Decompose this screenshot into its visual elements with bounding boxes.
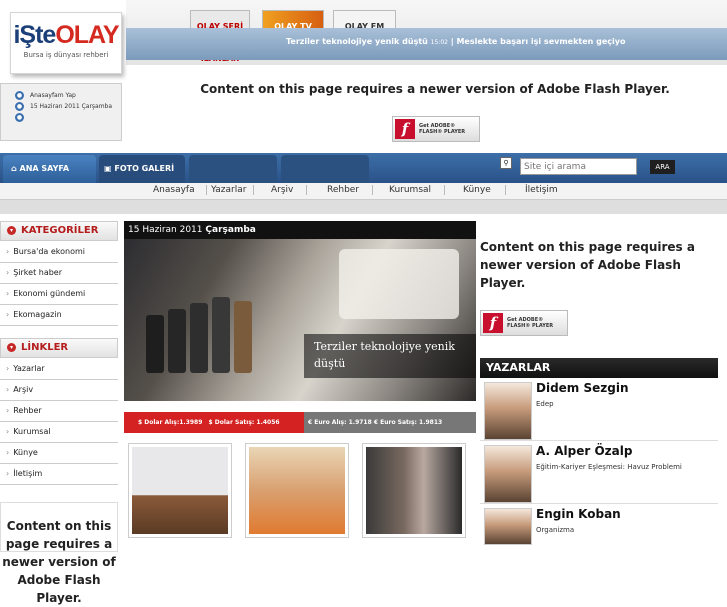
news-thumbnail[interactable]: [128, 443, 232, 538]
category-item[interactable]: Şirket haber: [0, 263, 118, 284]
subnav-kurumsal[interactable]: Kurumsal: [372, 185, 431, 195]
author-name[interactable]: A. Alper Özalp: [536, 444, 632, 458]
get-flash-player-button[interactable]: f Get ADOBE® FLASH® PLAYER: [392, 116, 480, 142]
headline-day: Çarşamba: [205, 225, 256, 235]
avatar[interactable]: [484, 382, 532, 440]
date-box: ● Anasayfam Yap ● 15 Haziran 2011 Çarşamba…: [0, 83, 122, 141]
euro-sell-label: € Euro Satış:: [373, 419, 417, 426]
author-item[interactable]: Didem Sezgin Edep: [480, 379, 718, 441]
current-date: 15 Haziran 2011 Çarşamba: [30, 103, 113, 110]
bullet-icon: ●: [15, 91, 24, 100]
logo-text-olay: OLAY: [55, 21, 119, 49]
ticker-time: 15:02: [430, 39, 448, 46]
avatar[interactable]: [484, 508, 532, 545]
author-topic[interactable]: Organizma: [536, 526, 574, 534]
category-item[interactable]: Ekomagazin: [0, 305, 118, 326]
logo-text-iste: iŞte: [13, 21, 56, 49]
set-homepage-link[interactable]: Anasayfam Yap: [30, 92, 76, 99]
author-name[interactable]: Engin Koban: [536, 507, 621, 521]
links-title: LİNKLER: [21, 342, 69, 353]
link-item[interactable]: Kurumsal: [0, 422, 118, 443]
dollar-sell-label: $ Dolar Satış:: [208, 419, 255, 426]
dollar-sell-value: 1.4056: [256, 419, 280, 426]
author-item[interactable]: Engin Koban Organizma: [480, 505, 718, 545]
get-flash-line2: FLASH® PLAYER: [419, 129, 466, 135]
link-item[interactable]: İletişim: [0, 464, 118, 485]
author-topic[interactable]: Eğitim-Kariyer Eşleşmesi: Havuz Problemi: [536, 463, 682, 471]
divider-band: [0, 200, 727, 214]
logo-tagline: Bursa iş dünyası rehberi: [23, 51, 109, 59]
euro-rates: € Euro Alış: 1.9718 € Euro Satış: 1.9813: [304, 412, 476, 433]
site-search-input[interactable]: [520, 158, 637, 175]
euro-buy-value: 1.9718: [348, 419, 372, 426]
avatar[interactable]: [484, 445, 532, 503]
tab-photo-gallery[interactable]: ▣ FOTO GALERİ: [99, 155, 185, 183]
category-item[interactable]: Ekonomi gündemi: [0, 284, 118, 305]
site-logo[interactable]: iŞteOLAY Bursa iş dünyası rehberi: [10, 12, 122, 74]
dollar-buy-label: $ Dolar Alış:: [138, 419, 180, 426]
subnav-yazarlar[interactable]: Yazarlar: [206, 185, 246, 195]
tab-blank-2[interactable]: [281, 155, 369, 183]
tab-photo-label: FOTO GALERİ: [114, 164, 175, 173]
search-button[interactable]: ARA: [650, 160, 675, 174]
link-item[interactable]: Künye: [0, 443, 118, 464]
link-item[interactable]: Yazarlar: [0, 359, 118, 380]
home-icon: ⌂: [11, 164, 17, 173]
get-flash-line2: FLASH® PLAYER: [507, 323, 554, 329]
chevron-down-icon: ▾: [7, 225, 16, 235]
currency-bar: $ Dolar Alış:1.3989 $ Dolar Satış: 1.405…: [124, 412, 476, 433]
bullet-icon: ●: [15, 113, 24, 122]
subnav-iletisim[interactable]: İletişim: [505, 185, 558, 195]
author-item[interactable]: A. Alper Özalp Eğitim-Kariyer Eşleşmesi:…: [480, 442, 718, 504]
author-name[interactable]: Didem Sezgin: [536, 381, 629, 395]
subnav-arsiv[interactable]: Arşiv: [253, 185, 293, 195]
flash-icon: f: [483, 313, 503, 333]
search-icon: ⚲: [500, 157, 512, 169]
category-item[interactable]: Bursa'da ekonomi: [0, 242, 118, 263]
news-thumbnail[interactable]: [362, 443, 466, 538]
chevron-down-icon: ▾: [7, 342, 16, 352]
categories-header: ▾ KATEGORİLER: [0, 221, 118, 241]
tab-home[interactable]: ⌂ ANA SAYFA: [3, 155, 96, 183]
ticker-item[interactable]: Meslekte başarı işi sevmekten geçiyo: [456, 37, 625, 46]
authors-header: YAZARLAR: [480, 358, 718, 378]
bullet-icon: ●: [15, 102, 24, 111]
headline-date-text: 15 Haziran 2011: [128, 225, 203, 235]
links-header: ▾ LİNKLER: [0, 338, 118, 358]
get-flash-player-button[interactable]: f Get ADOBE® FLASH® PLAYER: [480, 310, 568, 336]
author-topic[interactable]: Edep: [536, 400, 554, 408]
flash-icon: f: [395, 119, 415, 139]
headline-date: 15 Haziran 2011 Çarşamba: [124, 221, 476, 239]
subnav-anasayfa[interactable]: Anasayfa: [153, 185, 195, 195]
tab-blank-1[interactable]: [189, 155, 277, 183]
dollar-buy-value: 1.3989: [179, 419, 203, 426]
link-item[interactable]: Rehber: [0, 401, 118, 422]
news-ticker[interactable]: Terziler teknolojiye yenik düştü 15:02 |…: [126, 28, 727, 60]
tab-home-label: ANA SAYFA: [19, 164, 70, 173]
flash-notice-right: Content on this page requires a newer ve…: [480, 240, 695, 290]
sub-nav: Anasayfa Yazarlar Arşiv Rehber Kurumsal …: [0, 183, 727, 200]
ticker-item[interactable]: Terziler teknolojiye yenik düştü: [286, 37, 428, 46]
euro-sell-value: 1.9813: [419, 419, 443, 426]
subnav-kunye[interactable]: Künye: [444, 185, 491, 195]
link-item[interactable]: Arşiv: [0, 380, 118, 401]
camera-icon: ▣: [104, 164, 112, 173]
news-thumbnail[interactable]: [245, 443, 349, 538]
flash-notice-top: Content on this page requires a newer ve…: [200, 82, 670, 96]
subnav-rehber[interactable]: Rehber: [306, 185, 359, 195]
categories-title: KATEGORİLER: [21, 225, 99, 236]
ticker-separator: |: [450, 37, 454, 46]
headline-title[interactable]: Terziler teknolojiye yenik düştü: [304, 334, 476, 378]
euro-buy-label: € Euro Alış:: [308, 419, 347, 426]
